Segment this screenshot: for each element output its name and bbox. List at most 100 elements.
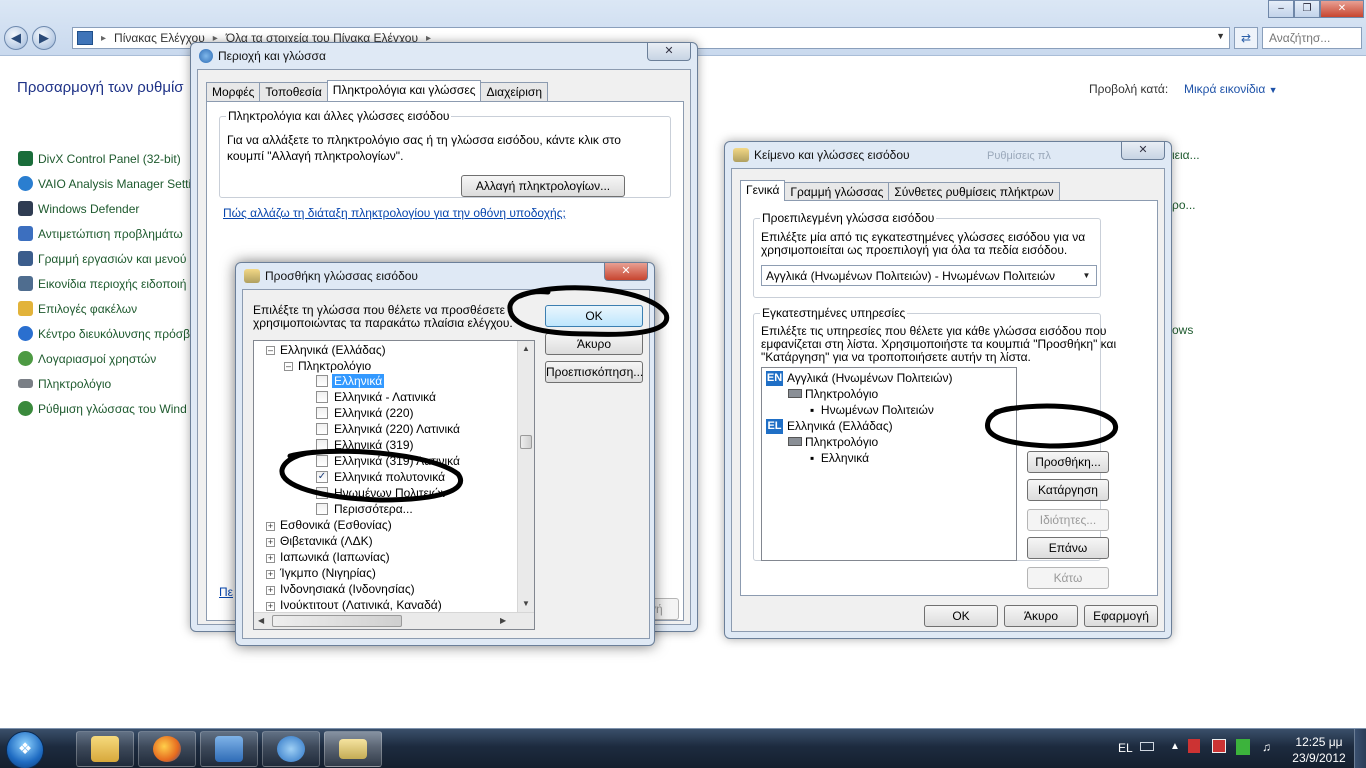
- expand-icon[interactable]: +: [266, 538, 275, 547]
- change-keyboards-button[interactable]: Αλλαγή πληκτρολογίων...: [461, 175, 625, 197]
- tree-item-language[interactable]: Ελληνικά (Ελλάδας): [787, 419, 893, 433]
- clock[interactable]: 12:25 μμ 23/9/2012: [1290, 734, 1348, 766]
- layout-checkbox[interactable]: [316, 375, 328, 387]
- expand-icon[interactable]: +: [266, 554, 275, 563]
- dialog-titlebar[interactable]: Περιοχή και γλώσσα: [191, 43, 697, 69]
- cp-item-right-partial[interactable]: ιεια...: [1172, 148, 1200, 162]
- tab-administrative[interactable]: Διαχείριση: [480, 82, 548, 101]
- cp-item-notification-icons[interactable]: Εικονίδια περιοχής ειδοποιή: [18, 271, 198, 296]
- expand-icon[interactable]: +: [266, 522, 275, 531]
- tree-item-layout[interactable]: Ελληνικά (319): [334, 438, 413, 452]
- layout-checkbox[interactable]: [316, 391, 328, 403]
- view-by-dropdown[interactable]: Μικρά εικονίδια ▼: [1184, 82, 1278, 96]
- layout-checkbox[interactable]: [316, 503, 328, 515]
- cp-item-folder-options[interactable]: Επιλογές φακέλων: [18, 296, 198, 321]
- move-down-button[interactable]: Κάτω: [1027, 567, 1109, 589]
- tree-item-layout[interactable]: Ελληνικά: [332, 374, 385, 388]
- tab-keyboards-languages[interactable]: Πληκτρολόγια και γλώσσες: [326, 80, 482, 101]
- tab-advanced-key-settings[interactable]: Σύνθετες ρυθμίσεις πλήκτρων: [888, 182, 1060, 201]
- taskbar-text-services[interactable]: [324, 731, 382, 767]
- scroll-thumb[interactable]: [272, 615, 402, 627]
- taskbar-region-language[interactable]: [262, 731, 320, 767]
- cp-item-vaio[interactable]: VAIO Analysis Manager Settin: [18, 171, 198, 196]
- vertical-scrollbar[interactable]: ▲ ▼: [517, 341, 534, 613]
- address-dropdown-icon[interactable]: ▼: [1216, 31, 1225, 41]
- ok-button[interactable]: OK: [545, 305, 643, 327]
- tree-item-language[interactable]: Ιαπωνικά (Ιαπωνίας): [280, 550, 390, 564]
- maximize-button[interactable]: ❐: [1294, 0, 1320, 18]
- tab-language-bar[interactable]: Γραμμή γλώσσας: [784, 182, 890, 201]
- refresh-button[interactable]: ⇄: [1234, 27, 1258, 49]
- taskbar-firefox[interactable]: [138, 731, 196, 767]
- keyboard-icon[interactable]: [1140, 740, 1154, 754]
- move-up-button[interactable]: Επάνω: [1027, 537, 1109, 559]
- layout-checkbox[interactable]: [316, 423, 328, 435]
- layout-checkbox[interactable]: [316, 439, 328, 451]
- battery-icon[interactable]: [1236, 739, 1250, 758]
- forward-button[interactable]: ▶: [32, 26, 56, 50]
- tree-item-language[interactable]: Ινούκτιτουτ (Λατινικά, Καναδά): [280, 598, 442, 612]
- cp-item-right-partial[interactable]: ows: [1172, 323, 1193, 337]
- preview-button[interactable]: Προεπισκόπηση...: [545, 361, 643, 383]
- tree-item-layout[interactable]: Ελληνικά πολυτονικά: [334, 470, 445, 484]
- tree-item-language[interactable]: Ελληνικά (Ελλάδας): [280, 343, 386, 357]
- scroll-up-icon[interactable]: ▲: [522, 344, 530, 353]
- close-button[interactable]: ✕: [604, 263, 648, 281]
- scroll-thumb[interactable]: [520, 435, 532, 449]
- apply-button[interactable]: Εφαρμογή: [1084, 605, 1158, 627]
- welcome-screen-keyboard-link[interactable]: Πώς αλλάζω τη διάταξη πληκτρολογίου για …: [223, 207, 566, 220]
- tree-item-language[interactable]: Αγγλικά (Ηνωμένων Πολιτειών): [787, 371, 952, 385]
- network-alert-icon[interactable]: [1212, 739, 1226, 756]
- dialog-titlebar[interactable]: Κείμενο και γλώσσες εισόδου Ρυθμίσεις πλ: [725, 142, 1171, 168]
- tree-item-layout[interactable]: ▪ Ελληνικά: [810, 451, 869, 465]
- language-indicator[interactable]: EL: [1118, 741, 1133, 755]
- expand-icon[interactable]: +: [266, 570, 275, 579]
- tree-item-category[interactable]: Πληκτρολόγιο: [298, 359, 371, 373]
- tree-item-layout[interactable]: Ελληνικά (319) Λατινικά: [334, 454, 460, 468]
- tree-item-category[interactable]: Πληκτρολόγιο: [788, 387, 878, 401]
- close-button[interactable]: ✕: [1320, 0, 1364, 18]
- expand-icon[interactable]: +: [266, 586, 275, 595]
- show-desktop-button[interactable]: [1354, 729, 1366, 768]
- tree-item-language[interactable]: Εσθονικά (Εσθονίας): [280, 518, 392, 532]
- cp-item-defender[interactable]: Windows Defender: [18, 196, 198, 221]
- cp-item-taskbar[interactable]: Γραμμή εργασιών και μενού: [18, 246, 198, 271]
- horizontal-scrollbar[interactable]: ◀ ▶: [254, 612, 534, 629]
- back-button[interactable]: ◀: [4, 26, 28, 50]
- tree-item-layout[interactable]: Ελληνικά (220): [334, 406, 413, 420]
- close-button[interactable]: ✕: [1121, 142, 1165, 160]
- volume-icon[interactable]: ♫: [1262, 740, 1271, 754]
- taskbar-explorer[interactable]: [76, 731, 134, 767]
- scroll-down-icon[interactable]: ▼: [522, 599, 530, 608]
- properties-button[interactable]: Ιδιότητες...: [1027, 509, 1109, 531]
- layout-checkbox[interactable]: [316, 487, 328, 499]
- cp-item-ease-of-access[interactable]: Κέντρο διευκόλυνσης πρόσβ: [18, 321, 198, 346]
- tree-item-language[interactable]: Θιβετανικά (ΛΔΚ): [280, 534, 373, 548]
- cancel-button[interactable]: Άκυρο: [1004, 605, 1078, 627]
- show-hidden-icons-button[interactable]: ▲: [1170, 741, 1180, 752]
- cp-item-user-accounts[interactable]: Λογαριασμοί χρηστών: [18, 346, 198, 371]
- ok-button[interactable]: OK: [924, 605, 998, 627]
- remove-button[interactable]: Κατάργηση: [1027, 479, 1109, 501]
- close-button[interactable]: ✕: [647, 43, 691, 61]
- tab-general[interactable]: Γενικά: [740, 180, 786, 201]
- tree-item-layout[interactable]: Ηνωμένων Πολιτειών: [334, 486, 447, 500]
- tree-item-language[interactable]: Ινδονησιακά (Ινδονησίας): [280, 582, 415, 596]
- cancel-button[interactable]: Άκυρο: [545, 333, 643, 355]
- add-button[interactable]: Προσθήκη...: [1027, 451, 1109, 473]
- tree-item-language[interactable]: Ίγκμπο (Νιγηρίας): [280, 566, 376, 580]
- collapse-icon[interactable]: –: [266, 346, 275, 355]
- cp-item-divx[interactable]: DivX Control Panel (32-bit): [18, 146, 198, 171]
- usb-icon[interactable]: [1188, 739, 1200, 756]
- search-input[interactable]: Αναζήτησ...: [1262, 27, 1362, 49]
- installed-services-tree[interactable]: EN Αγγλικά (Ηνωμένων Πολιτειών) Πληκτρολ…: [761, 367, 1017, 561]
- tab-location[interactable]: Τοποθεσία: [259, 82, 328, 101]
- tree-item-category[interactable]: Πληκτρολόγιο: [788, 435, 878, 449]
- cp-item-right-partial[interactable]: ρο...: [1172, 198, 1196, 212]
- tree-item-layout[interactable]: Περισσότερα...: [334, 502, 413, 516]
- tree-item-layout[interactable]: Ελληνικά (220) Λατινικά: [334, 422, 460, 436]
- scroll-right-icon[interactable]: ▶: [500, 616, 506, 625]
- default-language-select[interactable]: Αγγλικά (Ηνωμένων Πολιτειών) - Ηνωμένων …: [761, 265, 1097, 286]
- expand-icon[interactable]: +: [266, 602, 275, 611]
- cp-item-keyboard[interactable]: Πληκτρολόγιο: [18, 371, 198, 396]
